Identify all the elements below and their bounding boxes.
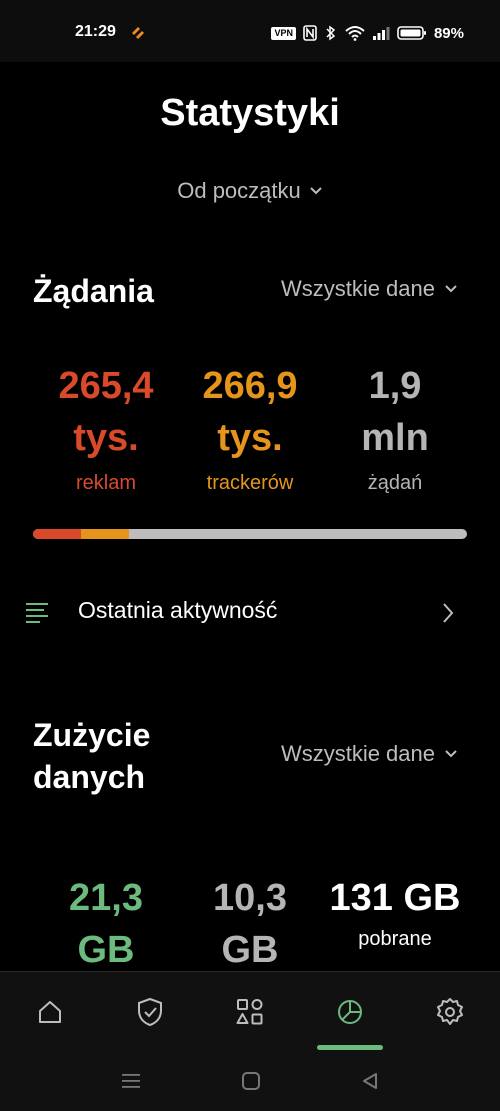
menu-icon bbox=[122, 1074, 140, 1088]
data-usage-filter-label: Wszystkie dane bbox=[280, 741, 435, 766]
home-icon bbox=[39, 1001, 61, 1023]
data-stat-downloaded-label: pobrane bbox=[358, 928, 432, 950]
stat-trackers: 266,9 tys. trackerów bbox=[175, 360, 325, 495]
data-stat-downloaded: 131 GB pobrane bbox=[320, 872, 470, 951]
gear-icon bbox=[437, 998, 463, 1025]
signal-icon bbox=[372, 27, 390, 40]
data-stat-other: 10,3 GB bbox=[175, 872, 325, 976]
data-stat-blocked-value-1: 21,3 bbox=[69, 877, 143, 919]
bluetooth-icon bbox=[326, 25, 336, 41]
data-stat-other-value-2: GB bbox=[221, 929, 279, 971]
status-icons: VPN 89% bbox=[271, 22, 464, 44]
system-home-button[interactable] bbox=[239, 1069, 263, 1093]
stat-ads-value-2: tys. bbox=[73, 417, 139, 459]
chevron-down-icon bbox=[445, 285, 457, 293]
battery-icon bbox=[397, 26, 426, 40]
nav-active-indicator bbox=[317, 1045, 383, 1050]
stat-trackers-value-1: 266,9 bbox=[202, 365, 298, 407]
data-stat-other-value-1: 10,3 bbox=[213, 877, 287, 919]
data-usage-header-line2: danych bbox=[33, 759, 146, 795]
app-notification-icon bbox=[132, 27, 144, 39]
apps-grid-icon bbox=[236, 999, 263, 1025]
data-usage-filter-dropdown[interactable]: Wszystkie dane bbox=[281, 741, 458, 767]
progress-ads-segment bbox=[33, 529, 81, 539]
system-back-button[interactable] bbox=[358, 1069, 382, 1093]
stat-ads: 265,4 tys. reklam bbox=[31, 360, 181, 495]
stat-trackers-value-2: tys. bbox=[217, 417, 283, 459]
status-bar: 21:29 VPN 89% bbox=[0, 0, 500, 62]
requests-header: Żądania bbox=[33, 273, 154, 309]
requests-filter-label: Wszystkie dane bbox=[280, 276, 435, 301]
stat-requests-value-2: mln bbox=[361, 417, 429, 459]
status-time: 21:29 bbox=[75, 23, 116, 40]
list-lines-icon bbox=[26, 603, 48, 623]
nav-statistics[interactable] bbox=[300, 972, 400, 1052]
shield-check-icon bbox=[138, 997, 162, 1027]
page-title: Statystyki bbox=[160, 92, 340, 134]
stat-requests: 1,9 mln żądań bbox=[320, 360, 470, 495]
stat-ads-label: reklam bbox=[75, 472, 136, 494]
nav-activity[interactable] bbox=[200, 972, 300, 1052]
battery-percent: 89% bbox=[433, 24, 464, 42]
bottom-nav bbox=[0, 971, 500, 1052]
data-stat-blocked: 21,3 GB bbox=[31, 872, 181, 976]
recent-activity-row[interactable]: Ostatnia aktywność bbox=[0, 580, 500, 646]
data-usage-header: Zużycie danych bbox=[33, 714, 150, 798]
wifi-icon bbox=[345, 26, 365, 41]
nav-settings[interactable] bbox=[400, 972, 500, 1052]
stat-requests-label: żądań bbox=[367, 472, 423, 494]
vpn-badge: VPN bbox=[271, 26, 296, 40]
recent-activity-label: Ostatnia aktywność bbox=[78, 597, 278, 623]
stat-trackers-label: trackerów bbox=[206, 472, 294, 494]
nfc-icon bbox=[303, 25, 317, 41]
requests-progress-bar bbox=[33, 529, 467, 539]
nav-protection[interactable] bbox=[100, 972, 200, 1052]
data-stat-downloaded-value: 131 GB bbox=[329, 877, 461, 919]
chevron-right-icon bbox=[443, 603, 454, 623]
progress-trackers-segment bbox=[81, 529, 129, 539]
system-nav-bar bbox=[0, 1051, 500, 1111]
period-dropdown-label: Od początku bbox=[177, 178, 301, 203]
chevron-down-icon bbox=[310, 187, 322, 195]
nav-home[interactable] bbox=[0, 972, 100, 1052]
home-square-icon bbox=[242, 1072, 260, 1090]
data-usage-header-line1: Zużycie bbox=[33, 717, 151, 753]
chevron-down-icon bbox=[445, 750, 457, 758]
pie-chart-icon bbox=[338, 1000, 362, 1024]
stat-ads-value-1: 265,4 bbox=[58, 365, 154, 407]
back-triangle-icon bbox=[363, 1073, 377, 1089]
requests-filter-dropdown[interactable]: Wszystkie dane bbox=[281, 276, 458, 302]
stat-requests-value-1: 1,9 bbox=[368, 365, 422, 407]
system-menu-button[interactable] bbox=[119, 1069, 143, 1093]
period-dropdown[interactable]: Od początku bbox=[0, 178, 500, 204]
data-stat-blocked-value-2: GB bbox=[77, 929, 135, 971]
